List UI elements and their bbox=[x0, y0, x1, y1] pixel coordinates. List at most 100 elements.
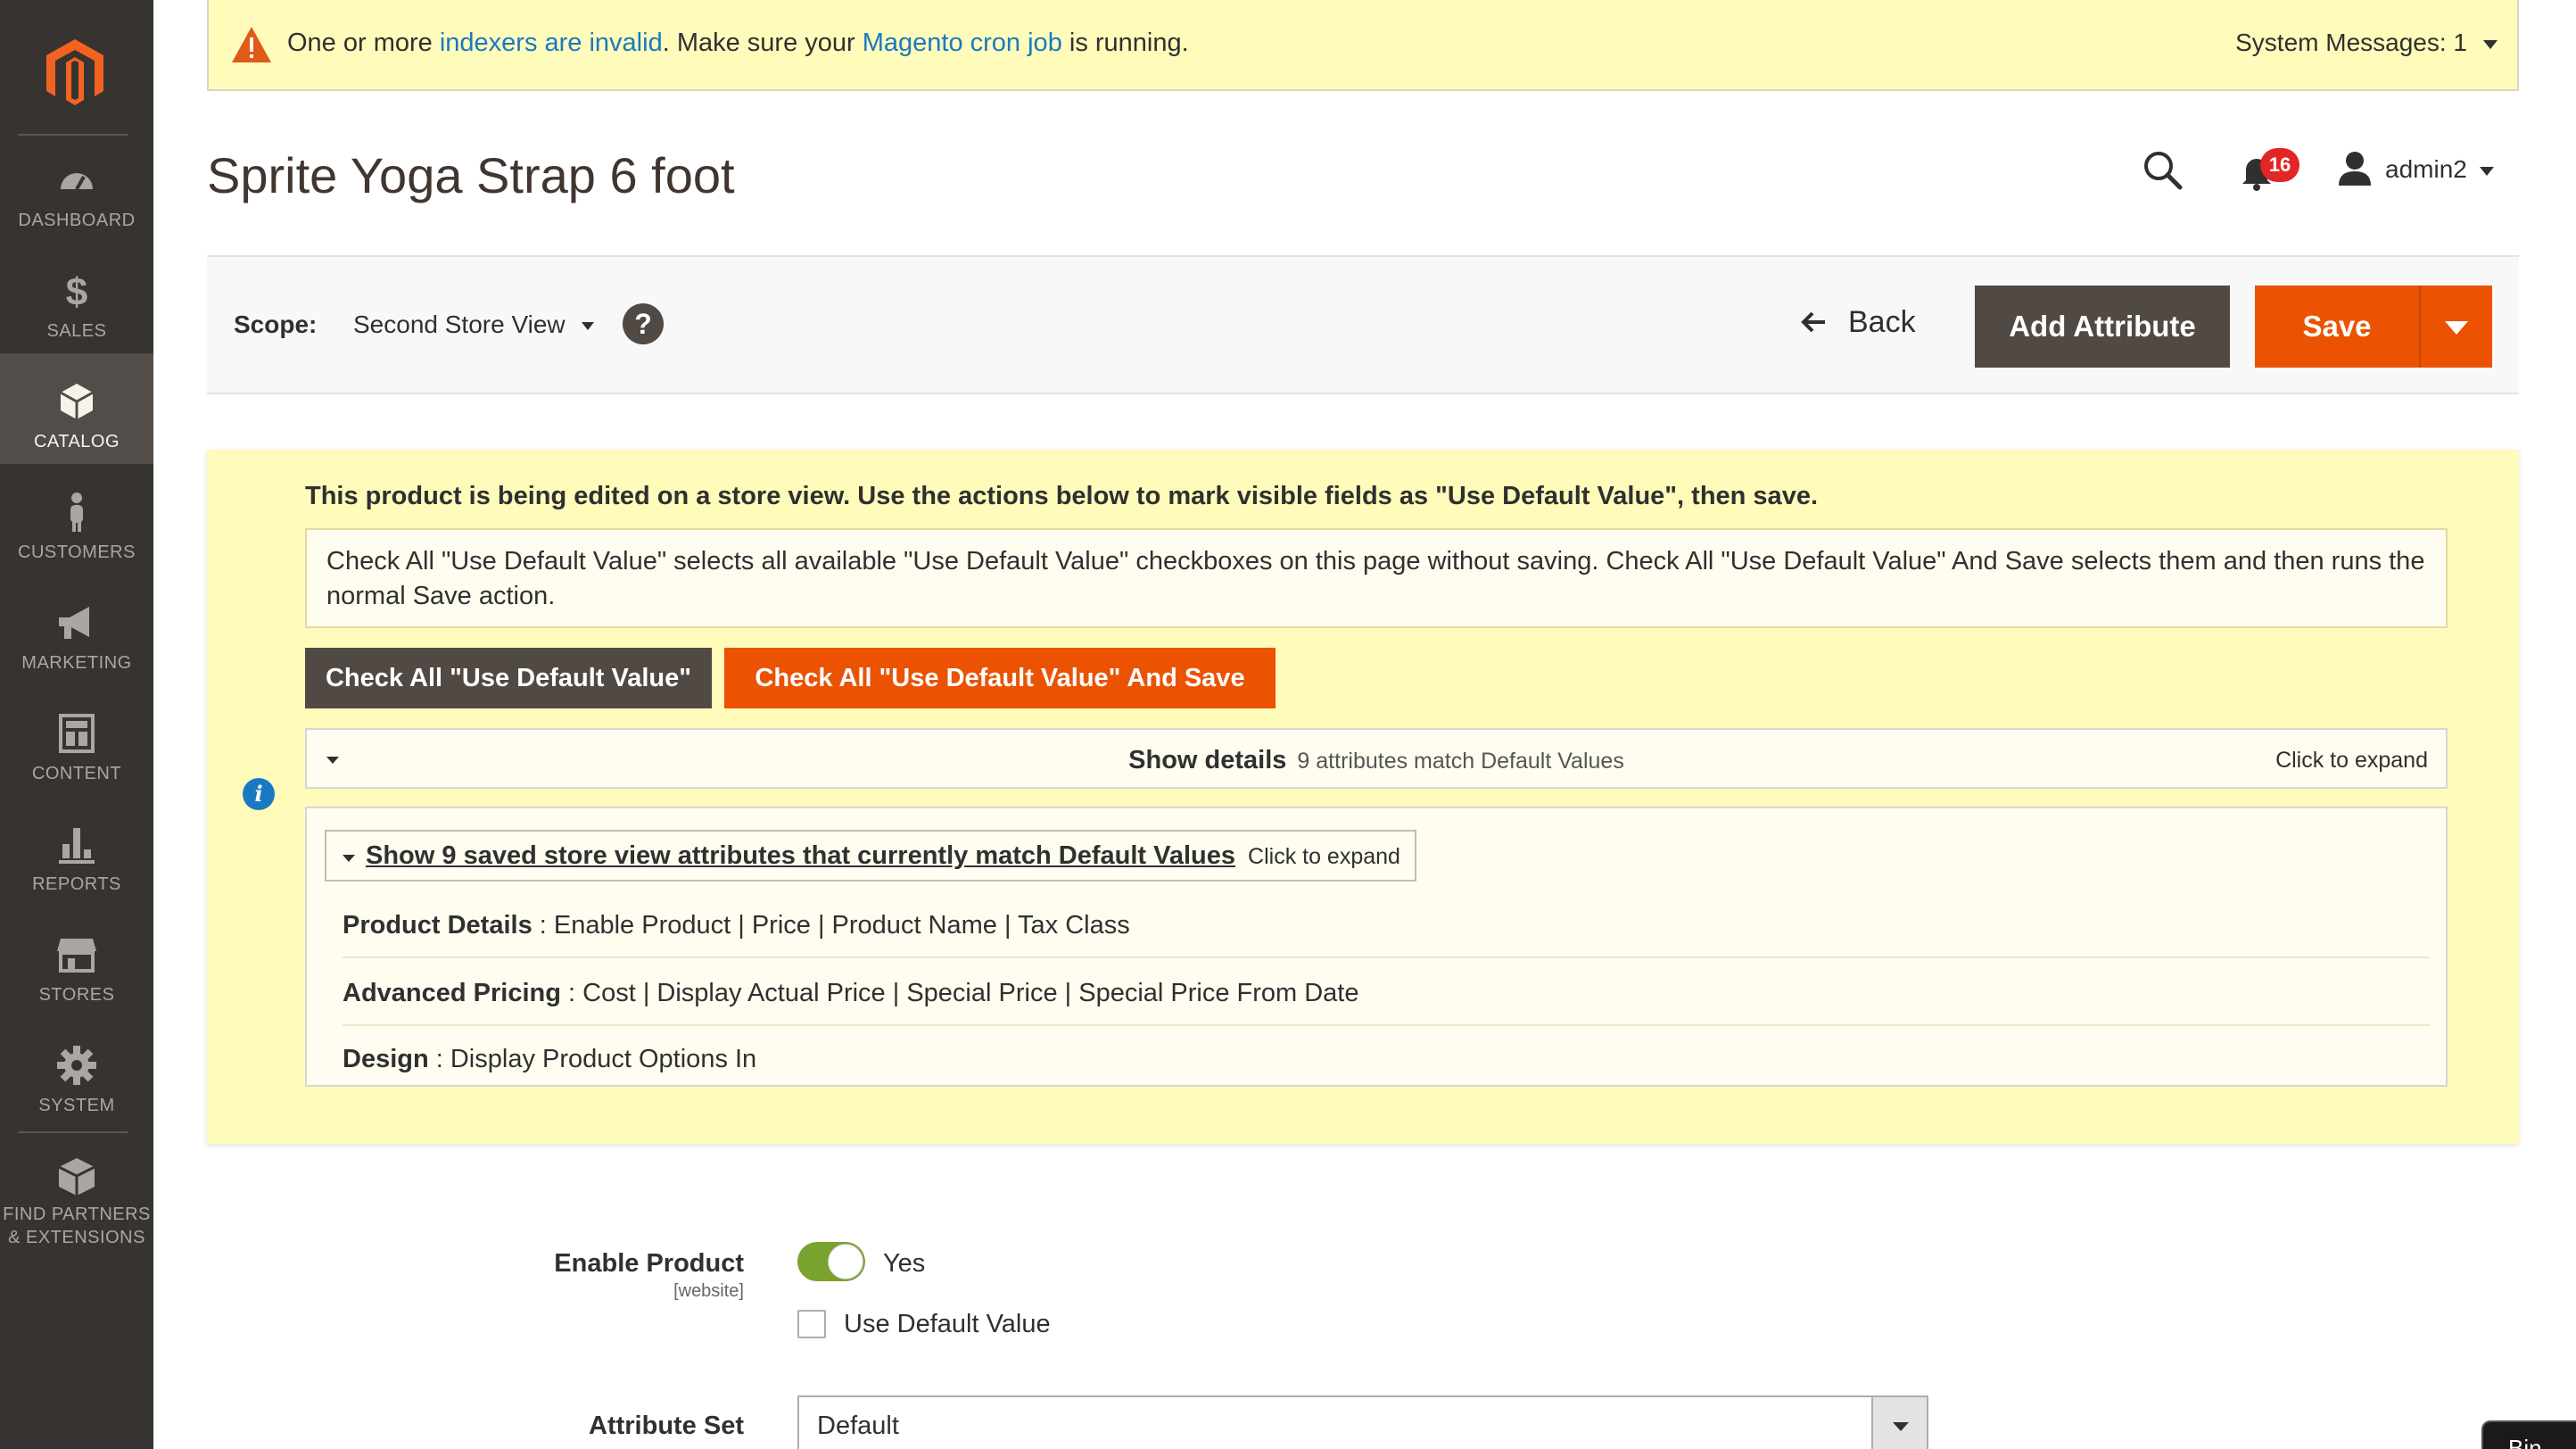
corner-floating-button[interactable]: Bin bbox=[2481, 1420, 2576, 1449]
attribute-list: : Cost | Display Actual Price | Special … bbox=[560, 979, 1359, 1007]
cube-icon bbox=[60, 384, 94, 419]
nav-customers[interactable]: CUSTOMERS bbox=[0, 464, 153, 575]
attribute-group-name: Product Details bbox=[343, 911, 533, 940]
megaphone-icon bbox=[59, 607, 89, 639]
use-default-label[interactable]: Use Default Value bbox=[844, 1310, 1051, 1339]
nav-label: FIND PARTNERS bbox=[3, 1205, 151, 1224]
nav-label: DASHBOARD bbox=[18, 211, 136, 230]
indexers-link[interactable]: indexers are invalid bbox=[440, 29, 663, 57]
user-menu[interactable]: admin2 bbox=[2385, 155, 2494, 184]
save-button[interactable]: Save bbox=[2255, 286, 2419, 368]
bar-chart-icon bbox=[59, 828, 95, 864]
nav-label: CUSTOMERS bbox=[18, 542, 136, 562]
sidebar-divider bbox=[18, 1131, 128, 1133]
scope-label: Scope: bbox=[234, 310, 318, 338]
storefront-icon bbox=[57, 939, 96, 973]
chevron-down-icon bbox=[2479, 166, 2494, 176]
check-all-default-save-button[interactable]: Check All "Use Default Value" And Save bbox=[724, 648, 1276, 708]
nav-label: CATALOG bbox=[33, 432, 120, 451]
check-all-default-button[interactable]: Check All "Use Default Value" bbox=[305, 648, 712, 708]
nav-content[interactable]: CONTENT bbox=[0, 685, 153, 796]
page-actions-bar: Scope: Second Store View ? Back Add Attr… bbox=[207, 255, 2519, 394]
warning-icon bbox=[232, 27, 271, 62]
attribute-list: : Display Product Options In bbox=[428, 1045, 757, 1073]
nav-marketing[interactable]: MARKETING bbox=[0, 575, 153, 685]
toggle-knob bbox=[828, 1244, 863, 1279]
layout-icon bbox=[59, 714, 95, 753]
attribute-group-name: Design bbox=[343, 1045, 429, 1073]
user-icon[interactable] bbox=[2337, 150, 2373, 186]
attribute-list: : Enable Product | Price | Product Name … bbox=[532, 911, 1130, 940]
nav-dashboard[interactable]: DASHBOARD bbox=[0, 132, 153, 243]
attribute-set-label: Attribute Set bbox=[589, 1412, 744, 1440]
scope-switcher[interactable]: Second Store View bbox=[353, 310, 594, 339]
details-title: Show details bbox=[1128, 746, 1287, 774]
notice-description: Check All "Use Default Value" selects al… bbox=[305, 528, 2448, 628]
nav-system[interactable]: SYSTEM bbox=[0, 1017, 153, 1128]
store-view-notice: i This product is being edited on a stor… bbox=[207, 450, 2519, 1144]
notice-heading: This product is being edited on a store … bbox=[305, 482, 1819, 510]
system-messages-count: System Messages: 1 bbox=[2235, 29, 2467, 56]
boxes-icon bbox=[58, 1158, 95, 1196]
attribute-group-name: Advanced Pricing bbox=[343, 979, 561, 1007]
saved-expand-hint: Click to expand bbox=[1248, 844, 1400, 869]
enable-product-value: Yes bbox=[883, 1249, 926, 1278]
dashboard-icon bbox=[61, 173, 93, 190]
person-icon bbox=[70, 493, 83, 532]
details-summary: Show details 9 attributes match Default V… bbox=[307, 746, 2446, 775]
show-details-toggle[interactable]: Show details 9 attributes match Default V… bbox=[305, 728, 2448, 789]
info-icon: i bbox=[243, 778, 275, 810]
user-name: admin2 bbox=[2385, 155, 2467, 183]
select-arrow bbox=[1871, 1397, 1927, 1449]
nav-label: STORES bbox=[38, 985, 115, 1005]
save-options-toggle[interactable] bbox=[2419, 286, 2492, 368]
help-icon[interactable]: ? bbox=[623, 303, 664, 344]
system-messages-toggle[interactable]: System Messages: 1 bbox=[2235, 29, 2498, 57]
magento-logo-icon[interactable] bbox=[39, 36, 111, 107]
nav-label: MARKETING bbox=[21, 653, 132, 673]
use-default-checkbox[interactable] bbox=[797, 1310, 826, 1338]
chevron-down-icon bbox=[2483, 39, 2498, 49]
add-attribute-button[interactable]: Add Attribute bbox=[1975, 286, 2230, 368]
nav-reports[interactable]: REPORTS bbox=[0, 796, 153, 907]
back-button[interactable]: Back bbox=[1800, 305, 1916, 340]
attribute-set-select[interactable]: Default bbox=[797, 1395, 1928, 1449]
nav-sales[interactable]: $ SALES bbox=[0, 243, 153, 353]
enable-product-toggle[interactable] bbox=[797, 1242, 865, 1281]
chevron-down-icon bbox=[2445, 321, 2468, 335]
nav-label: & EXTENSIONS bbox=[8, 1228, 145, 1247]
attribute-group-row: Advanced Pricing : Cost | Display Actual… bbox=[343, 960, 2430, 1026]
nav-catalog[interactable]: CATALOG bbox=[0, 353, 153, 464]
back-label: Back bbox=[1848, 305, 1916, 339]
nav-find-partners[interactable]: FIND PARTNERS & EXTENSIONS bbox=[0, 1135, 153, 1263]
attribute-group-row: Design : Display Product Options In bbox=[343, 1026, 2430, 1092]
enable-product-label: Enable Product bbox=[554, 1249, 744, 1278]
admin-sidebar: DASHBOARD $ SALES CATALOG CUSTOMERS MARK… bbox=[0, 0, 153, 1449]
details-count: 9 attributes match Default Values bbox=[1297, 749, 1624, 774]
chevron-down-icon bbox=[343, 855, 355, 862]
nav-label: SALES bbox=[46, 321, 107, 341]
nav-label: SYSTEM bbox=[38, 1096, 115, 1115]
chevron-down-icon bbox=[1893, 1422, 1909, 1431]
enable-product-scope: [website] bbox=[673, 1281, 744, 1301]
system-message-text: One or more indexers are invalid. Make s… bbox=[287, 29, 1189, 58]
saved-attributes-toggle[interactable]: Show 9 saved store view attributes that … bbox=[325, 830, 1416, 882]
gear-icon bbox=[57, 1046, 96, 1085]
details-panel: Show 9 saved store view attributes that … bbox=[305, 807, 2448, 1087]
scope-value: Second Store View bbox=[353, 310, 566, 338]
dollar-icon: $ bbox=[66, 270, 87, 312]
notification-badge[interactable]: 16 bbox=[2260, 148, 2299, 182]
attribute-set-value: Default bbox=[817, 1412, 899, 1440]
nav-stores[interactable]: STORES bbox=[0, 907, 153, 1017]
cron-job-link[interactable]: Magento cron job bbox=[863, 29, 1062, 57]
message-prefix: One or more bbox=[287, 29, 440, 57]
message-suffix: is running. bbox=[1061, 29, 1189, 57]
attribute-group-row: Product Details : Enable Product | Price… bbox=[343, 892, 2430, 958]
details-expand-hint: Click to expand bbox=[2275, 748, 2428, 773]
svg-text:$: $ bbox=[66, 270, 87, 312]
saved-attributes-title: Show 9 saved store view attributes that … bbox=[366, 841, 1236, 870]
nav-label: CONTENT bbox=[31, 764, 122, 783]
nav-label: REPORTS bbox=[32, 874, 121, 894]
search-icon[interactable] bbox=[2141, 148, 2184, 191]
arrow-left-icon bbox=[1801, 311, 1825, 333]
